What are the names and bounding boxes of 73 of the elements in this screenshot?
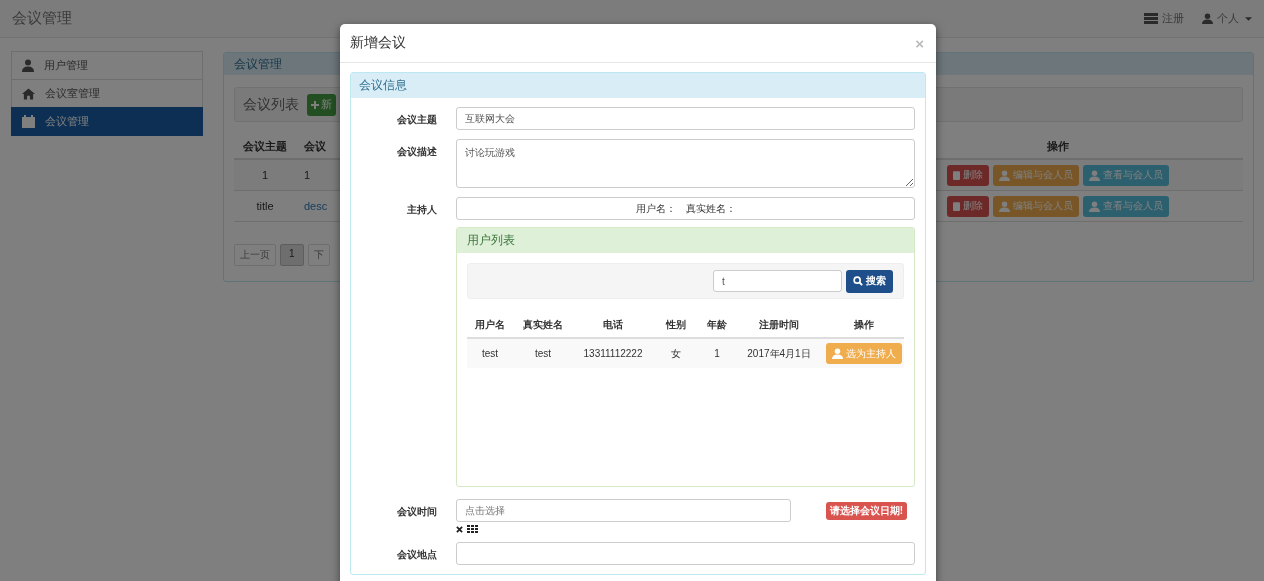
page-link[interactable]: 1 bbox=[280, 244, 304, 266]
date-field[interactable]: 点击选择 bbox=[456, 499, 791, 522]
register-link[interactable]: 注册 bbox=[1162, 11, 1184, 26]
sidebar-item[interactable]: 用户管理 bbox=[11, 51, 203, 80]
trash-icon bbox=[953, 170, 960, 180]
column-header: 会议 bbox=[303, 138, 327, 154]
sidebar-item[interactable]: 会议室管理 bbox=[11, 79, 203, 108]
select-host-button[interactable]: 选为主持人 bbox=[825, 343, 902, 364]
table-cell-text: title bbox=[255, 200, 275, 212]
host-field[interactable]: 用户名： 真实姓名： bbox=[456, 197, 915, 220]
user-menu-link[interactable]: 个人 bbox=[1217, 11, 1239, 26]
section-title: 会议信息 bbox=[351, 73, 925, 98]
field-label: 会议主题 bbox=[396, 113, 437, 127]
input-field[interactable]: 互联网大会 bbox=[456, 107, 915, 130]
table-cell-text: desc bbox=[303, 200, 329, 212]
sidebar-item[interactable]: 会议管理 bbox=[11, 107, 203, 136]
user-list-title: 用户列表 bbox=[457, 228, 914, 253]
column-header: 注册时间 bbox=[758, 318, 800, 332]
trash-icon bbox=[953, 201, 960, 211]
search-button[interactable]: 搜索 bbox=[846, 269, 893, 293]
brand-title[interactable]: 会议管理 bbox=[12, 9, 72, 28]
action-button[interactable]: 查看与会人员 bbox=[1083, 195, 1169, 217]
table-cell-text: test bbox=[480, 348, 500, 359]
caret-icon bbox=[1245, 16, 1252, 21]
column-header: 真实姓名 bbox=[522, 318, 564, 332]
action-button[interactable]: 编辑与会人员 bbox=[993, 195, 1079, 217]
field-label: 主持人 bbox=[406, 203, 437, 217]
calendar-icon bbox=[22, 115, 35, 128]
column-header: 年龄 bbox=[706, 318, 728, 332]
page-link[interactable]: 下 bbox=[307, 244, 330, 266]
search-icon bbox=[853, 276, 863, 286]
column-header: 性别 bbox=[664, 318, 687, 332]
column-header: 操作 bbox=[1046, 138, 1070, 154]
action-button[interactable]: 查看与会人员 bbox=[1083, 164, 1169, 186]
action-button[interactable]: 删除 bbox=[947, 164, 989, 186]
table-cell-text: 1 bbox=[260, 169, 270, 181]
list-title: 会议列表 bbox=[243, 95, 299, 114]
clear-icon[interactable] bbox=[456, 525, 463, 533]
column-header: 操作 bbox=[852, 318, 875, 332]
action-button[interactable]: 删除 bbox=[947, 195, 989, 217]
list-icon bbox=[1144, 13, 1158, 24]
field-label: 会议地点 bbox=[396, 548, 437, 562]
add-button[interactable]: 新 bbox=[307, 93, 336, 116]
host-text: 真实姓名： bbox=[685, 201, 736, 216]
column-header: 用户名 bbox=[474, 318, 506, 332]
table-cell-text: 2017年4月1日 bbox=[746, 346, 812, 361]
error-label: 请选择会议日期! bbox=[825, 501, 907, 520]
plus-icon bbox=[311, 100, 319, 109]
home-icon bbox=[22, 87, 35, 100]
user-icon bbox=[1202, 13, 1213, 24]
user-icon bbox=[999, 169, 1010, 181]
table-cell-text: 13311112222 bbox=[582, 348, 644, 359]
column-header: 会议主题 bbox=[242, 138, 288, 154]
user-icon bbox=[831, 348, 843, 359]
search-field[interactable]: t bbox=[713, 270, 842, 292]
table-cell-text: 1 bbox=[303, 169, 312, 181]
table-cell-text: test bbox=[533, 348, 553, 359]
modal-title: 新增会议 bbox=[350, 34, 406, 52]
input-field[interactable] bbox=[456, 542, 915, 565]
column-header: 电话 bbox=[602, 318, 624, 332]
textarea-field[interactable]: 讨论玩游戏 bbox=[456, 139, 915, 188]
user-icon bbox=[1089, 200, 1100, 212]
action-button[interactable]: 编辑与会人员 bbox=[993, 164, 1079, 186]
close-button[interactable]: × bbox=[913, 34, 926, 52]
user-icon bbox=[999, 200, 1010, 212]
field-label: 会议描述 bbox=[396, 145, 437, 159]
table-cell-text: 女 bbox=[670, 346, 682, 361]
user-icon bbox=[22, 59, 34, 72]
grid-icon[interactable] bbox=[467, 525, 478, 533]
field-label: 会议时间 bbox=[396, 505, 437, 519]
table-cell-text: 1 bbox=[713, 348, 721, 359]
host-text: 用户名： bbox=[635, 201, 676, 216]
user-icon bbox=[1089, 169, 1100, 181]
